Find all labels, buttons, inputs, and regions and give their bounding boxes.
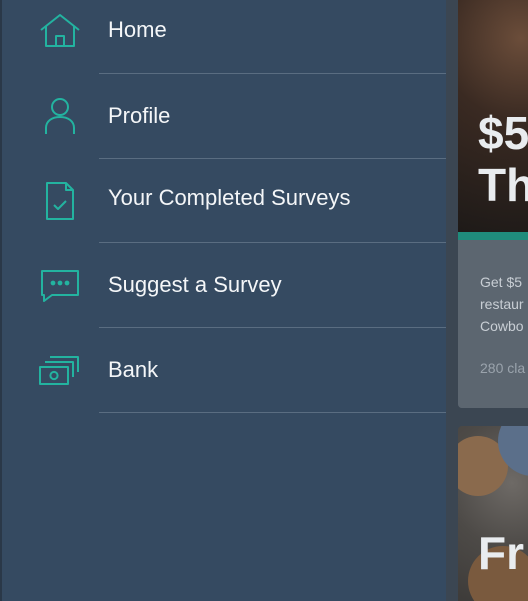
menu-item-label: Profile — [108, 103, 171, 128]
offer-card-description: Get $5 — [480, 274, 523, 290]
offer-card-accent — [458, 232, 528, 240]
menu-item-label: Bank — [108, 357, 159, 382]
offer-card-headline: Th — [478, 159, 528, 211]
offer-card-claims: 280 cla — [480, 360, 526, 376]
bank-icon — [38, 348, 82, 392]
menu-item-label: Your Completed Surveys — [108, 185, 351, 210]
offer-card-headline: Fr — [478, 527, 524, 579]
menu-item-home[interactable]: Home — [2, 0, 448, 73]
offer-card-description: restaur — [480, 296, 524, 312]
menu-item-suggest-survey[interactable]: Suggest a Survey — [2, 243, 448, 328]
completed-surveys-icon — [38, 179, 82, 223]
menu-item-label: Home — [108, 17, 167, 42]
menu-item-label: Suggest a Survey — [108, 272, 282, 297]
home-icon — [38, 8, 82, 52]
offer-card-headline: $5 — [478, 107, 528, 159]
chat-bubble-icon — [38, 263, 82, 307]
menu-item-profile[interactable]: Profile — [2, 74, 448, 159]
divider — [99, 412, 448, 413]
profile-icon — [38, 94, 82, 138]
menu-item-completed-surveys[interactable]: Your Completed Surveys — [2, 159, 448, 244]
offer-card[interactable]: Fr — [458, 426, 528, 601]
offer-card-description: Cowbo — [480, 318, 524, 334]
navigation-drawer: Home Profile Your Completed Surveys Sugg… — [0, 0, 448, 601]
menu-item-bank[interactable]: Bank — [2, 328, 448, 413]
background-content: $5 Th Get $5 restaur Cowbo 280 cla Fr — [446, 0, 528, 601]
offer-card[interactable]: $5 Th Get $5 restaur Cowbo 280 cla — [458, 0, 528, 408]
